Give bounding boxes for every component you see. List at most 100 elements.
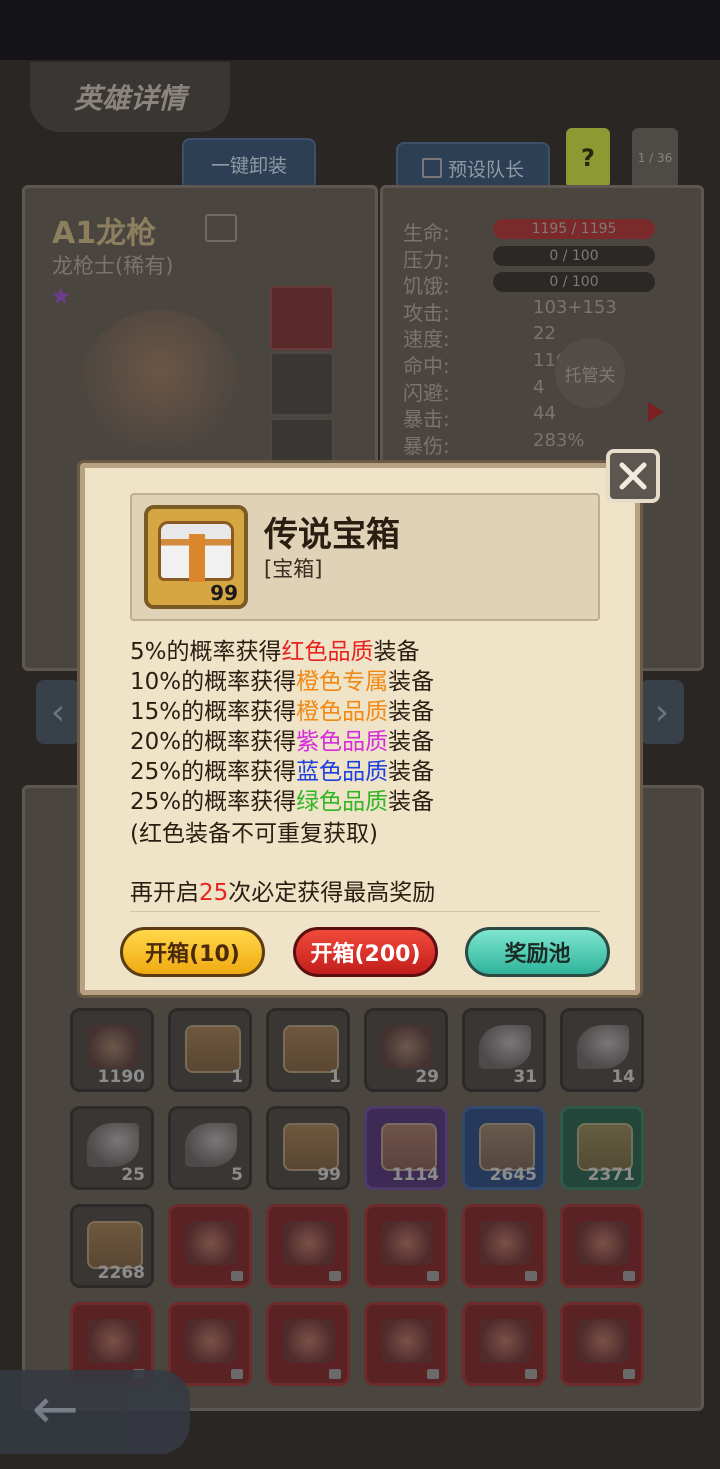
stat-value: 44 — [533, 403, 556, 425]
stat-value: 283% — [533, 429, 585, 451]
stat-row: 压力: 0 / 100 — [403, 244, 673, 272]
item-count: 1 — [231, 1067, 243, 1087]
inventory-item[interactable] — [266, 1302, 350, 1386]
close-icon — [619, 462, 647, 490]
unequip-all-button[interactable]: 一键卸装 — [182, 138, 316, 190]
book-icon — [283, 1221, 335, 1265]
inventory-item[interactable] — [364, 1302, 448, 1386]
inventory-item[interactable] — [462, 1204, 546, 1288]
armor-slot[interactable] — [270, 352, 334, 416]
inventory-item[interactable]: 5 — [168, 1106, 252, 1190]
item-count: 1114 — [391, 1165, 439, 1185]
inventory-item[interactable]: 2371 — [560, 1106, 644, 1190]
close-dialog-button[interactable] — [606, 449, 660, 503]
accessory-slot[interactable] — [270, 418, 334, 467]
item-header: 99 传说宝箱 [宝箱] — [130, 493, 600, 621]
chance-prefix: 25%的概率获得 — [130, 789, 297, 815]
lock-icon — [525, 1369, 537, 1379]
orb-icon — [479, 1221, 531, 1265]
lock-icon — [329, 1369, 341, 1379]
leaf-icon — [185, 1123, 237, 1167]
chest-icon — [479, 1123, 535, 1171]
back-arrow-icon: ← — [32, 1377, 79, 1442]
inventory-item[interactable] — [560, 1204, 644, 1288]
inventory-item[interactable]: 29 — [364, 1008, 448, 1092]
inventory-item[interactable]: 99 — [266, 1106, 350, 1190]
checkbox-icon — [421, 158, 442, 178]
stat-row: 生命: 1195 / 1195 — [403, 217, 673, 245]
inventory-item[interactable]: 25 — [70, 1106, 154, 1190]
stat-label: 饥饿: — [403, 274, 450, 299]
potion-icon — [87, 1025, 139, 1069]
stat-bar: 1195 / 1195 — [493, 219, 655, 239]
stat-label: 闪避: — [403, 380, 450, 405]
inventory-item[interactable]: 2268 — [70, 1204, 154, 1288]
back-button[interactable]: ← — [0, 1370, 190, 1454]
hero-name: A1龙枪 — [52, 216, 157, 251]
chest-icon — [283, 1123, 339, 1171]
inventory-item[interactable] — [168, 1302, 252, 1386]
preset-leader-label: 预设队长 — [447, 158, 524, 181]
inventory-item[interactable] — [364, 1204, 448, 1288]
guarantee-post: 次必定获得最高奖励 — [228, 880, 436, 906]
page-title: 英雄详情 — [30, 62, 230, 132]
inventory-item[interactable]: 1 — [266, 1008, 350, 1092]
inventory-item[interactable]: 1190 — [70, 1008, 154, 1092]
item-type: [宝箱] — [264, 557, 323, 581]
stat-label: 速度: — [403, 327, 450, 352]
hero-pager: 1 / 36 — [632, 128, 678, 188]
stat-label: 暴伤: — [403, 433, 450, 458]
stat-label: 攻击: — [403, 300, 450, 325]
inventory-item[interactable]: 31 — [462, 1008, 546, 1092]
star-icon: ★ — [50, 282, 72, 310]
inventory-item[interactable]: 14 — [560, 1008, 644, 1092]
stat-row: 暴击: 44 — [403, 403, 673, 431]
leafblade-icon — [479, 1319, 531, 1363]
inventory-item[interactable]: 1 — [168, 1008, 252, 1092]
lock-icon — [427, 1369, 439, 1379]
item-count: 2268 — [97, 1263, 145, 1283]
open-200-button[interactable]: 开箱(200) — [293, 927, 438, 977]
horn-icon — [577, 1319, 629, 1363]
chance-quality: 绿色品质 — [296, 789, 389, 815]
chance-suffix: 装备 — [388, 789, 435, 815]
guarantee-text: 再开启25次必定获得最高奖励 — [130, 873, 435, 907]
item-count: 1190 — [97, 1067, 145, 1087]
chest-icon — [283, 1025, 339, 1073]
stats-next-icon[interactable] — [648, 402, 664, 422]
inventory-item[interactable] — [462, 1302, 546, 1386]
chest-icon — [577, 1123, 633, 1171]
lock-icon — [623, 1271, 635, 1281]
weapon-slot[interactable] — [270, 286, 334, 350]
inventory-item[interactable] — [560, 1302, 644, 1386]
inventory-item[interactable]: 2645 — [462, 1106, 546, 1190]
chance-line: 5%的概率获得红色品质装备 — [130, 632, 420, 666]
chest-icon — [185, 1025, 241, 1073]
inventory-item[interactable] — [266, 1204, 350, 1288]
status-bar — [0, 0, 720, 60]
drill-icon — [577, 1221, 629, 1265]
item-count: 14 — [611, 1067, 635, 1087]
guarantee-count: 25 — [199, 880, 229, 906]
reward-pool-button[interactable]: 奖励池 — [465, 927, 610, 977]
chance-line: 15%的概率获得橙色品质装备 — [130, 692, 434, 726]
hero-class: 龙枪士(稀有) — [52, 254, 174, 278]
item-count: 1 — [329, 1067, 341, 1087]
next-hero-arrow-icon[interactable]: › — [640, 680, 684, 744]
open-10-button[interactable]: 开箱(10) — [120, 927, 265, 977]
auto-toggle-button[interactable]: 托管关 — [555, 338, 625, 408]
leaf-icon — [479, 1025, 531, 1069]
inventory-item[interactable]: 1114 — [364, 1106, 448, 1190]
item-count: 2645 — [489, 1165, 537, 1185]
stat-label: 命中: — [403, 354, 450, 378]
chance-line: 10%的概率获得橙色专属装备 — [130, 662, 434, 696]
sword-icon — [283, 1319, 335, 1363]
leaf-icon — [87, 1123, 139, 1167]
stat-label: 生命: — [403, 221, 450, 245]
guarantee-pre: 再开启 — [130, 880, 199, 906]
prev-hero-arrow-icon[interactable]: ‹ — [36, 680, 80, 744]
rename-icon[interactable] — [205, 214, 237, 242]
stat-bar: 0 / 100 — [493, 272, 655, 293]
help-button[interactable]: ? — [566, 128, 610, 188]
inventory-item[interactable] — [168, 1204, 252, 1288]
